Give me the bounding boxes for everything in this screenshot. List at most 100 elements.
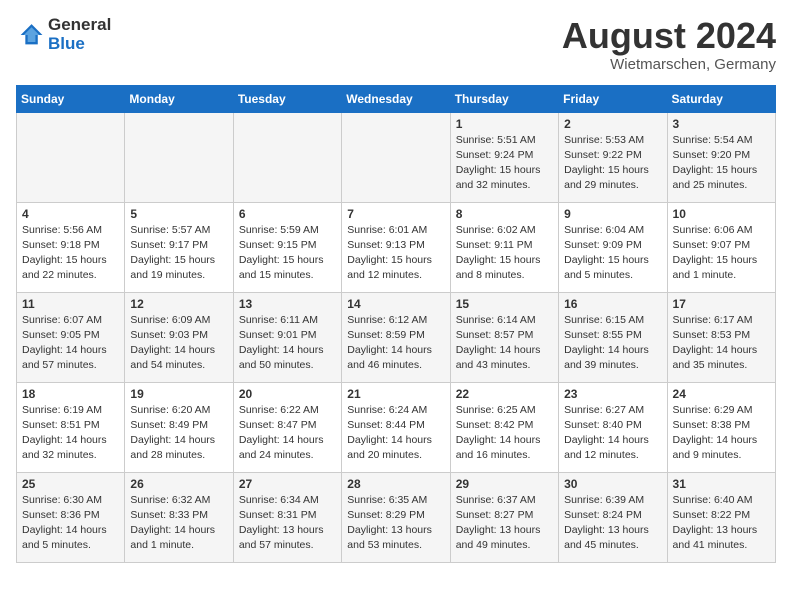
weekday-header-thursday: Thursday — [450, 85, 558, 112]
day-number: 6 — [239, 207, 336, 221]
calendar-cell: 8 Sunrise: 6:02 AM Sunset: 9:11 PM Daylig… — [450, 202, 558, 292]
calendar-cell: 14Sunrise: 6:12 AM Sunset: 8:59 PM Dayli… — [342, 292, 450, 382]
day-info: Sunrise: 6:19 AM Sunset: 8:51 PM Dayligh… — [22, 403, 119, 464]
day-number: 16 — [564, 297, 661, 311]
weekday-header-monday: Monday — [125, 85, 233, 112]
day-info: Sunrise: 6:25 AM Sunset: 8:42 PM Dayligh… — [456, 403, 553, 464]
day-info: Sunrise: 5:51 AM Sunset: 9:24 PM Dayligh… — [456, 133, 553, 194]
day-number: 8 — [456, 207, 553, 221]
day-number: 24 — [673, 387, 770, 401]
calendar-cell: 13 Sunrise: 6:11 AM Sunset: 9:01 PM Dayli… — [233, 292, 341, 382]
calendar-cell: 29 Sunrise: 6:37 AM Sunset: 8:27 PM Dayli… — [450, 472, 558, 562]
day-info: Sunrise: 6:14 AM Sunset: 8:57 PM Dayligh… — [456, 313, 553, 374]
day-info: Sunrise: 6:35 AM Sunset: 8:29 PM Dayligh… — [347, 493, 444, 554]
day-number: 10 — [673, 207, 770, 221]
calendar-cell: 18 Sunrise: 6:19 AM Sunset: 8:51 PM Dayli… — [17, 382, 125, 472]
day-info: Sunrise: 5:54 AM Sunset: 9:20 PM Dayligh… — [673, 133, 770, 194]
day-info: Sunrise: 6:15 AM Sunset: 8:55 PM Dayligh… — [564, 313, 661, 374]
calendar-cell: 4 Sunrise: 5:56 AM Sunset: 9:18 PM Daylig… — [17, 202, 125, 292]
calendar-cell: 3Sunrise: 5:54 AM Sunset: 9:20 PM Daylig… — [667, 112, 775, 202]
calendar-cell — [125, 112, 233, 202]
day-number: 20 — [239, 387, 336, 401]
calendar-cell: 31 Sunrise: 6:40 AM Sunset: 8:22 PM Dayli… — [667, 472, 775, 562]
logo-general: General — [48, 15, 111, 34]
calendar-subtitle: Wietmarschen, Germany — [562, 56, 776, 73]
title-block: August 2024 Wietmarschen, Germany — [562, 16, 776, 73]
day-info: Sunrise: 6:06 AM Sunset: 9:07 PM Dayligh… — [673, 223, 770, 284]
day-info: Sunrise: 6:01 AM Sunset: 9:13 PM Dayligh… — [347, 223, 444, 284]
logo-text: General Blue — [48, 16, 111, 53]
calendar-cell: 1 Sunrise: 5:51 AM Sunset: 9:24 PM Daylig… — [450, 112, 558, 202]
weekday-header-tuesday: Tuesday — [233, 85, 341, 112]
day-number: 12 — [130, 297, 227, 311]
calendar-cell: 12 Sunrise: 6:09 AM Sunset: 9:03 PM Dayli… — [125, 292, 233, 382]
day-info: Sunrise: 6:17 AM Sunset: 8:53 PM Dayligh… — [673, 313, 770, 374]
day-number: 18 — [22, 387, 119, 401]
calendar-cell: 24 Sunrise: 6:29 AM Sunset: 8:38 PM Dayli… — [667, 382, 775, 472]
calendar-cell — [233, 112, 341, 202]
weekday-header-friday: Friday — [559, 85, 667, 112]
day-info: Sunrise: 5:57 AM Sunset: 9:17 PM Dayligh… — [130, 223, 227, 284]
weekday-header-wednesday: Wednesday — [342, 85, 450, 112]
calendar-cell: 6Sunrise: 5:59 AM Sunset: 9:15 PM Daylig… — [233, 202, 341, 292]
day-info: Sunrise: 6:11 AM Sunset: 9:01 PM Dayligh… — [239, 313, 336, 374]
calendar-cell: 20 Sunrise: 6:22 AM Sunset: 8:47 PM Dayli… — [233, 382, 341, 472]
week-row-4: 18 Sunrise: 6:19 AM Sunset: 8:51 PM Dayli… — [17, 382, 776, 472]
day-number: 15 — [456, 297, 553, 311]
day-info: Sunrise: 6:37 AM Sunset: 8:27 PM Dayligh… — [456, 493, 553, 554]
day-number: 17 — [673, 297, 770, 311]
calendar-cell: 7Sunrise: 6:01 AM Sunset: 9:13 PM Daylig… — [342, 202, 450, 292]
day-info: Sunrise: 6:27 AM Sunset: 8:40 PM Dayligh… — [564, 403, 661, 464]
logo-blue: Blue — [48, 34, 85, 53]
day-number: 9 — [564, 207, 661, 221]
calendar-cell — [17, 112, 125, 202]
day-info: Sunrise: 6:07 AM Sunset: 9:05 PM Dayligh… — [22, 313, 119, 374]
calendar-cell: 23 Sunrise: 6:27 AM Sunset: 8:40 PM Dayli… — [559, 382, 667, 472]
day-number: 23 — [564, 387, 661, 401]
calendar-cell: 28 Sunrise: 6:35 AM Sunset: 8:29 PM Dayli… — [342, 472, 450, 562]
day-info: Sunrise: 6:34 AM Sunset: 8:31 PM Dayligh… — [239, 493, 336, 554]
calendar-cell: 5 Sunrise: 5:57 AM Sunset: 9:17 PM Daylig… — [125, 202, 233, 292]
week-row-5: 25 Sunrise: 6:30 AM Sunset: 8:36 PM Dayli… — [17, 472, 776, 562]
calendar-table: SundayMondayTuesdayWednesdayThursdayFrid… — [16, 85, 776, 563]
day-number: 21 — [347, 387, 444, 401]
day-info: Sunrise: 6:09 AM Sunset: 9:03 PM Dayligh… — [130, 313, 227, 374]
calendar-cell: 25 Sunrise: 6:30 AM Sunset: 8:36 PM Dayli… — [17, 472, 125, 562]
logo-icon — [16, 21, 44, 49]
day-number: 28 — [347, 477, 444, 491]
day-number: 4 — [22, 207, 119, 221]
calendar-cell: 30Sunrise: 6:39 AM Sunset: 8:24 PM Dayli… — [559, 472, 667, 562]
day-info: Sunrise: 6:22 AM Sunset: 8:47 PM Dayligh… — [239, 403, 336, 464]
day-number: 5 — [130, 207, 227, 221]
day-info: Sunrise: 6:02 AM Sunset: 9:11 PM Dayligh… — [456, 223, 553, 284]
day-number: 2 — [564, 117, 661, 131]
day-info: Sunrise: 6:32 AM Sunset: 8:33 PM Dayligh… — [130, 493, 227, 554]
day-info: Sunrise: 5:53 AM Sunset: 9:22 PM Dayligh… — [564, 133, 661, 194]
day-info: Sunrise: 5:56 AM Sunset: 9:18 PM Dayligh… — [22, 223, 119, 284]
calendar-cell: 22 Sunrise: 6:25 AM Sunset: 8:42 PM Dayli… — [450, 382, 558, 472]
day-number: 31 — [673, 477, 770, 491]
day-number: 25 — [22, 477, 119, 491]
day-number: 22 — [456, 387, 553, 401]
calendar-cell: 15 Sunrise: 6:14 AM Sunset: 8:57 PM Dayli… — [450, 292, 558, 382]
day-info: Sunrise: 6:20 AM Sunset: 8:49 PM Dayligh… — [130, 403, 227, 464]
day-number: 11 — [22, 297, 119, 311]
day-number: 13 — [239, 297, 336, 311]
calendar-cell: 9Sunrise: 6:04 AM Sunset: 9:09 PM Daylig… — [559, 202, 667, 292]
calendar-cell: 27 Sunrise: 6:34 AM Sunset: 8:31 PM Dayli… — [233, 472, 341, 562]
day-info: Sunrise: 6:30 AM Sunset: 8:36 PM Dayligh… — [22, 493, 119, 554]
day-info: Sunrise: 6:40 AM Sunset: 8:22 PM Dayligh… — [673, 493, 770, 554]
page-header: General Blue August 2024 Wietmarschen, G… — [16, 16, 776, 73]
day-info: Sunrise: 6:24 AM Sunset: 8:44 PM Dayligh… — [347, 403, 444, 464]
day-number: 29 — [456, 477, 553, 491]
calendar-cell: 26Sunrise: 6:32 AM Sunset: 8:33 PM Dayli… — [125, 472, 233, 562]
day-number: 1 — [456, 117, 553, 131]
calendar-cell: 17 Sunrise: 6:17 AM Sunset: 8:53 PM Dayli… — [667, 292, 775, 382]
logo: General Blue — [16, 16, 111, 53]
calendar-cell: 21 Sunrise: 6:24 AM Sunset: 8:44 PM Dayli… — [342, 382, 450, 472]
day-number: 27 — [239, 477, 336, 491]
calendar-cell: 16 Sunrise: 6:15 AM Sunset: 8:55 PM Dayli… — [559, 292, 667, 382]
day-number: 30 — [564, 477, 661, 491]
weekday-header-sunday: Sunday — [17, 85, 125, 112]
day-info: Sunrise: 6:29 AM Sunset: 8:38 PM Dayligh… — [673, 403, 770, 464]
